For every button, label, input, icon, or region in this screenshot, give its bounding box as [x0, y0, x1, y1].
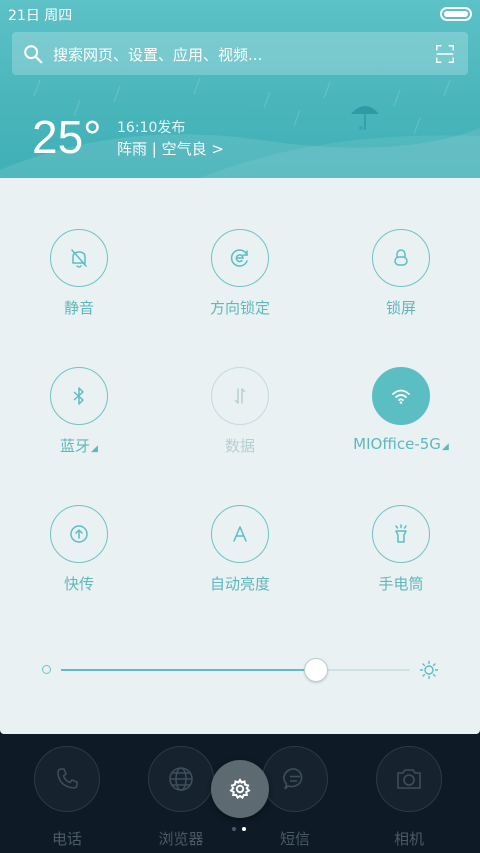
- dock-app-camera-circle[interactable]: [376, 746, 442, 812]
- page-dot: [232, 827, 236, 831]
- tile-rotation-lock-label: 方向锁定: [209, 299, 270, 317]
- battery-icon: [440, 7, 472, 21]
- tile-mobile-data-label: 数据: [224, 437, 255, 455]
- flashlight-icon: [395, 524, 407, 543]
- tile-rotation-lock[interactable]: 方向锁定: [161, 229, 321, 349]
- brightness-low-icon: [42, 665, 51, 674]
- dock-app-name: 电话: [51, 830, 82, 848]
- page-dot-active: [242, 827, 246, 831]
- lock-icon: [394, 249, 408, 266]
- tile-quick-transfer[interactable]: 快传: [0, 505, 160, 625]
- tile-auto-brightness[interactable]: 自动亮度: [161, 505, 321, 625]
- tile-lock-screen-button[interactable]: [372, 229, 430, 287]
- more-options-marker[interactable]: ◢: [91, 444, 98, 454]
- tile-quick-transfer-button[interactable]: [50, 505, 108, 563]
- dock-app-camera[interactable]: 相机: [356, 740, 456, 850]
- search-icon: [24, 45, 43, 64]
- more-options-marker[interactable]: ◢: [442, 442, 449, 452]
- page-indicator: [232, 827, 252, 833]
- tile-lock-screen[interactable]: 锁屏: [322, 229, 480, 349]
- tile-mobile-data-button[interactable]: [211, 367, 269, 425]
- tile-flashlight-label: 手电筒: [378, 575, 424, 593]
- brightness-thumb[interactable]: [304, 658, 328, 682]
- weather-header: 21日 周四 搜索网页、设置、应用、视频... 25° 16:10发布 阵雨 |…: [0, 0, 480, 178]
- weather-update-time: 16:10发布: [117, 120, 186, 136]
- auto-brightness-icon: [233, 526, 247, 542]
- settings-button[interactable]: [211, 760, 269, 818]
- tile-mobile-data[interactable]: 数据: [161, 367, 321, 487]
- dock-app-browser-circle[interactable]: [148, 746, 214, 812]
- quick-transfer-icon: [70, 525, 88, 543]
- tile-auto-brightness-button[interactable]: [211, 505, 269, 563]
- tile-bluetooth-text: 蓝牙: [60, 437, 91, 455]
- tile-rotation-lock-button[interactable]: [211, 229, 269, 287]
- dock-app-phone[interactable]: 电话: [14, 740, 114, 850]
- tile-silent-label: 静音: [63, 299, 94, 317]
- tile-flashlight-button[interactable]: [372, 505, 430, 563]
- search-placeholder: 搜索网页、设置、应用、视频...: [53, 46, 263, 64]
- weather-condition[interactable]: 阵雨 | 空气良 >: [117, 138, 224, 159]
- tile-bluetooth-label: 蓝牙◢: [0, 435, 158, 456]
- tile-bluetooth-button[interactable]: [50, 367, 108, 425]
- brightness-high-icon: [419, 660, 439, 680]
- tile-auto-brightness-label: 自动亮度: [209, 575, 270, 593]
- tile-lock-screen-label: 锁屏: [385, 299, 416, 317]
- rotation-lock-icon: [230, 249, 248, 267]
- search-bar[interactable]: 搜索网页、设置、应用、视频...: [12, 32, 468, 75]
- tile-wifi-text: MIOffice-5G: [353, 435, 441, 453]
- message-icon: [283, 768, 303, 790]
- camera-icon: [397, 769, 421, 789]
- umbrella-icon: [351, 106, 379, 130]
- tile-flashlight[interactable]: 手电筒: [322, 505, 480, 625]
- tile-silent-button[interactable]: [50, 229, 108, 287]
- dock-app-phone-circle[interactable]: [34, 746, 100, 812]
- tile-silent[interactable]: 静音: [0, 229, 160, 349]
- tile-wifi-button[interactable]: [372, 367, 430, 425]
- tile-quick-transfer-label: 快传: [63, 575, 94, 593]
- phone-icon: [57, 768, 78, 789]
- wifi-icon: [392, 389, 410, 404]
- dock-app-messages-circle[interactable]: [262, 746, 328, 812]
- brightness-fill: [61, 669, 316, 671]
- dock-app-name: 相机: [393, 830, 424, 848]
- bluetooth-icon: [73, 387, 84, 405]
- brightness-slider[interactable]: [0, 648, 480, 688]
- bell-off-icon: [71, 249, 87, 268]
- mobile-data-icon: [234, 388, 246, 404]
- tile-wifi-label: MIOffice-5G◢: [322, 435, 480, 453]
- scan-icon[interactable]: [434, 43, 456, 65]
- tile-bluetooth[interactable]: 蓝牙◢: [0, 367, 160, 487]
- temperature[interactable]: 25°: [32, 110, 102, 164]
- dock-app-name: 短信: [279, 830, 310, 848]
- dock-app-name: 浏览器: [158, 830, 204, 848]
- status-date: 21日 周四: [8, 8, 73, 24]
- browser-globe-icon: [169, 767, 193, 791]
- status-bar: 21日 周四: [0, 0, 480, 28]
- tile-wifi[interactable]: MIOffice-5G◢: [322, 367, 480, 487]
- gear-icon: [229, 778, 251, 800]
- brightness-track[interactable]: [61, 669, 410, 671]
- quick-settings-panel: 静音 方向锁定 锁屏 蓝牙◢ 数据 MIOffice-5G◢ 快传 自动亮度 手…: [0, 178, 480, 734]
